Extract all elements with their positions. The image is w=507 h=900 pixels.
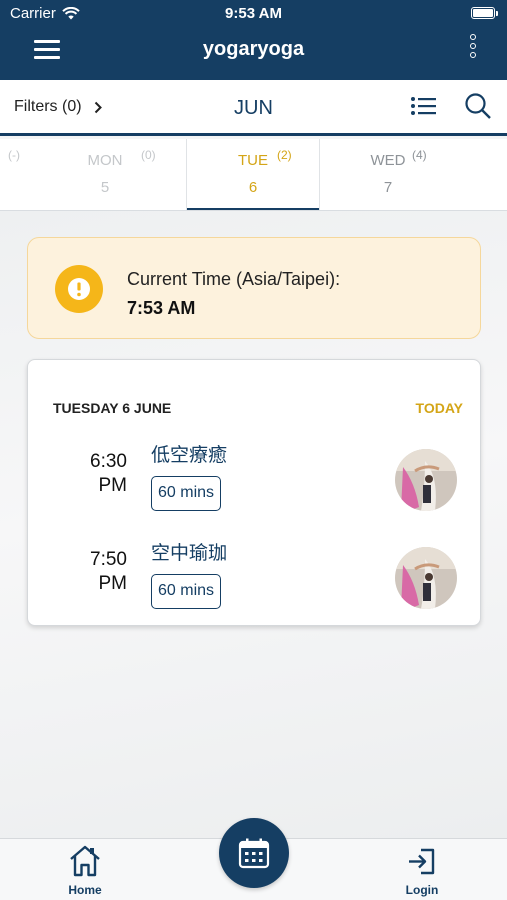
day-tue[interactable]: TUE 6 (2) bbox=[186, 139, 320, 210]
tab-login-label: Login bbox=[405, 883, 439, 897]
class-session[interactable]: 6:30 PM 低空療癒 60 mins bbox=[28, 440, 482, 516]
login-icon bbox=[409, 848, 435, 875]
session-time: 7:50 PM bbox=[90, 548, 127, 596]
more-options-icon[interactable] bbox=[467, 34, 479, 64]
schedule-date-heading: TUESDAY 6 JUNE bbox=[53, 400, 172, 416]
instructor-avatar[interactable] bbox=[395, 449, 457, 511]
session-name[interactable]: 空中瑜珈 bbox=[151, 538, 227, 565]
tab-home-label: Home bbox=[68, 883, 102, 897]
day-count: (2) bbox=[277, 148, 292, 162]
tab-login[interactable]: Login bbox=[372, 839, 472, 900]
day-wed[interactable]: WED 7 (4) bbox=[321, 139, 455, 210]
day-thu[interactable]: T bbox=[456, 139, 507, 210]
day-count: (0) bbox=[141, 148, 156, 162]
day-name: T bbox=[456, 152, 507, 169]
current-time-value: 7:53 AM bbox=[127, 298, 196, 318]
day-selector: (-) MON 5 (0) TUE 6 (2) WED 7 (4) T bbox=[0, 139, 507, 211]
day-number: 6 bbox=[248, 179, 258, 196]
search-icon[interactable] bbox=[464, 92, 492, 120]
home-icon bbox=[70, 845, 100, 877]
session-duration-badge: 60 mins bbox=[151, 574, 222, 609]
status-bar: Carrier 9:53 AM bbox=[0, 0, 507, 28]
chevron-right-icon bbox=[94, 101, 102, 113]
session-period: PM bbox=[98, 573, 128, 594]
current-time-notice: Current Time (Asia/Taipei): 7:53 AM bbox=[27, 237, 481, 339]
day-count: (-) bbox=[8, 148, 20, 162]
schedule-card: TUESDAY 6 JUNE TODAY 6:30 PM 低空療癒 60 min… bbox=[27, 359, 481, 626]
instructor-avatar[interactable] bbox=[395, 547, 457, 609]
menu-icon[interactable] bbox=[34, 40, 60, 60]
filters-label: Filters (0) bbox=[14, 98, 82, 115]
filter-bar: Filters (0) JUN bbox=[0, 80, 507, 136]
session-start-time: 6:30 bbox=[90, 451, 127, 472]
list-view-icon[interactable] bbox=[410, 94, 438, 120]
day-mon[interactable]: (-) MON 5 (0) bbox=[8, 139, 172, 210]
class-session[interactable]: 7:50 PM 空中瑜珈 60 mins bbox=[28, 538, 482, 614]
day-number: 7 bbox=[383, 179, 393, 196]
status-clock: 9:53 AM bbox=[225, 5, 282, 22]
day-number: 5 bbox=[100, 179, 110, 196]
session-start-time: 7:50 bbox=[90, 549, 127, 570]
day-count: (4) bbox=[412, 148, 427, 162]
day-name: WED bbox=[370, 152, 406, 169]
filters-button[interactable]: Filters (0) bbox=[14, 98, 102, 116]
session-duration-badge: 60 mins bbox=[151, 476, 222, 511]
schedule-button[interactable] bbox=[219, 818, 289, 888]
tab-home[interactable]: Home bbox=[35, 839, 135, 900]
calendar-icon bbox=[238, 838, 270, 869]
app-header: Carrier 9:53 AM yogaryoga bbox=[0, 0, 507, 80]
session-time: 6:30 PM bbox=[90, 450, 127, 498]
session-period: PM bbox=[98, 475, 128, 496]
today-badge: TODAY bbox=[415, 400, 463, 416]
battery-icon bbox=[471, 7, 498, 19]
app-title: yogaryoga bbox=[202, 38, 305, 60]
nav-bar: yogaryoga bbox=[0, 28, 507, 80]
alert-icon bbox=[55, 265, 103, 313]
current-time-label: Current Time (Asia/Taipei): bbox=[127, 269, 341, 289]
session-name[interactable]: 低空療癒 bbox=[151, 440, 227, 467]
day-name: TUE bbox=[238, 152, 268, 169]
